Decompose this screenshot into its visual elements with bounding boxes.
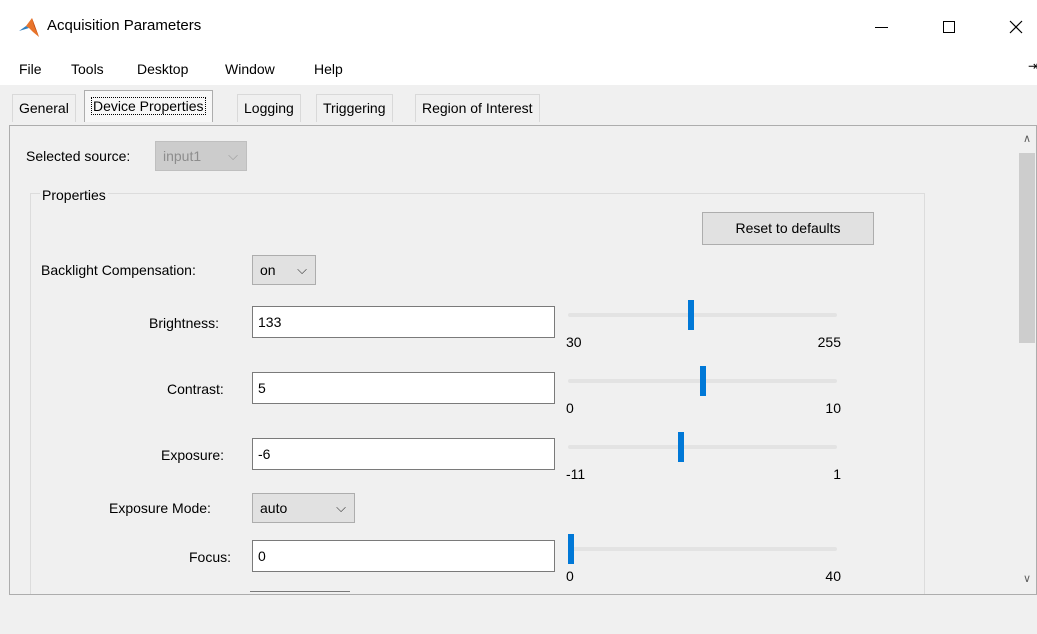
exposure-label: Exposure: [161,447,225,463]
status-bar [0,595,1037,634]
slider-thumb[interactable] [677,432,684,462]
tab-logging[interactable]: Logging [237,94,301,122]
brightness-slider[interactable]: 30 255 [566,296,841,356]
vertical-scrollbar[interactable]: ∧ ∨ [1018,126,1036,594]
chevron-down-icon: ⌵ [297,262,307,277]
focus-slider[interactable]: 0 40 [566,530,841,590]
menu-tools[interactable]: Tools [71,61,104,77]
exposure-slider[interactable]: -11 1 [566,428,841,488]
menu-bar: File Tools Desktop Window Help ⇥ [0,53,1037,85]
backlight-compensation-dropdown[interactable]: on ⌵ [252,255,316,285]
chevron-down-icon: ⌵ [336,500,346,515]
tab-strip: General Device Properties Logging Trigge… [0,88,1037,126]
contrast-field[interactable]: 5 [252,372,555,404]
reset-to-defaults-button[interactable]: Reset to defaults [702,212,874,245]
slider-max-label: 10 [825,400,841,416]
maximize-button[interactable] [926,8,972,46]
exposure-field[interactable]: -6 [252,438,555,470]
menu-desktop[interactable]: Desktop [137,61,188,77]
acquisition-parameters-window: Acquisition Parameters File Tools Deskto… [0,0,1037,634]
brightness-label: Brightness: [149,315,220,331]
slider-max-label: 40 [825,568,841,584]
minimize-button[interactable] [858,8,904,46]
tab-triggering[interactable]: Triggering [316,94,393,122]
device-properties-panel: Selected source: input1 ⌵ Properties Res… [9,125,1037,595]
brightness-field[interactable]: 133 [252,306,555,338]
slider-track [568,547,837,551]
focus-label: Focus: [189,549,232,565]
menu-help[interactable]: Help [314,61,343,77]
selected-source-label: Selected source: [26,148,131,164]
contrast-slider[interactable]: 0 10 [566,362,841,422]
tab-device-properties[interactable]: Device Properties [84,90,213,122]
slider-max-label: 255 [817,334,841,350]
selected-source-value: input1 [163,148,202,164]
slider-thumb[interactable] [688,300,695,330]
tab-device-properties-label: Device Properties [91,97,206,115]
close-icon [1009,20,1023,34]
chevron-down-icon: ⌵ [228,148,238,163]
matlab-logo-icon [19,18,39,37]
properties-group-title: Properties [40,187,108,203]
scroll-down-icon[interactable]: ∨ [1020,572,1034,586]
backlight-compensation-label: Backlight Compensation: [41,262,196,278]
window-title: Acquisition Parameters [47,17,202,34]
scroll-up-icon[interactable]: ∧ [1020,132,1034,146]
slider-track [568,445,837,449]
exposure-mode-label: Exposure Mode: [109,500,211,516]
exposure-mode-dropdown[interactable]: auto ⌵ [252,493,355,523]
focus-field[interactable]: 0 [252,540,555,572]
close-button[interactable] [993,8,1037,46]
tab-general[interactable]: General [12,94,76,122]
scroll-thumb[interactable] [1019,153,1035,343]
maximize-icon [943,21,955,33]
exposure-mode-value: auto [260,500,288,516]
title-bar: Acquisition Parameters [0,0,1037,53]
tab-region-of-interest[interactable]: Region of Interest [415,94,540,122]
slider-max-label: 1 [833,466,841,482]
contrast-label: Contrast: [167,381,224,397]
slider-track [568,313,837,317]
backlight-compensation-value: on [260,262,276,278]
slider-min-label: 0 [566,568,574,584]
menu-file[interactable]: File [19,61,42,77]
menu-window[interactable]: Window [225,61,275,77]
slider-thumb[interactable] [699,366,706,396]
minimize-icon [874,26,888,28]
toolbar-dock-icon[interactable]: ⇥ [1028,59,1037,73]
slider-min-label: 30 [566,334,582,350]
slider-min-label: 0 [566,400,574,416]
slider-thumb[interactable] [568,534,574,564]
slider-min-label: -11 [566,466,586,482]
selected-source-dropdown[interactable]: input1 ⌵ [155,141,247,171]
